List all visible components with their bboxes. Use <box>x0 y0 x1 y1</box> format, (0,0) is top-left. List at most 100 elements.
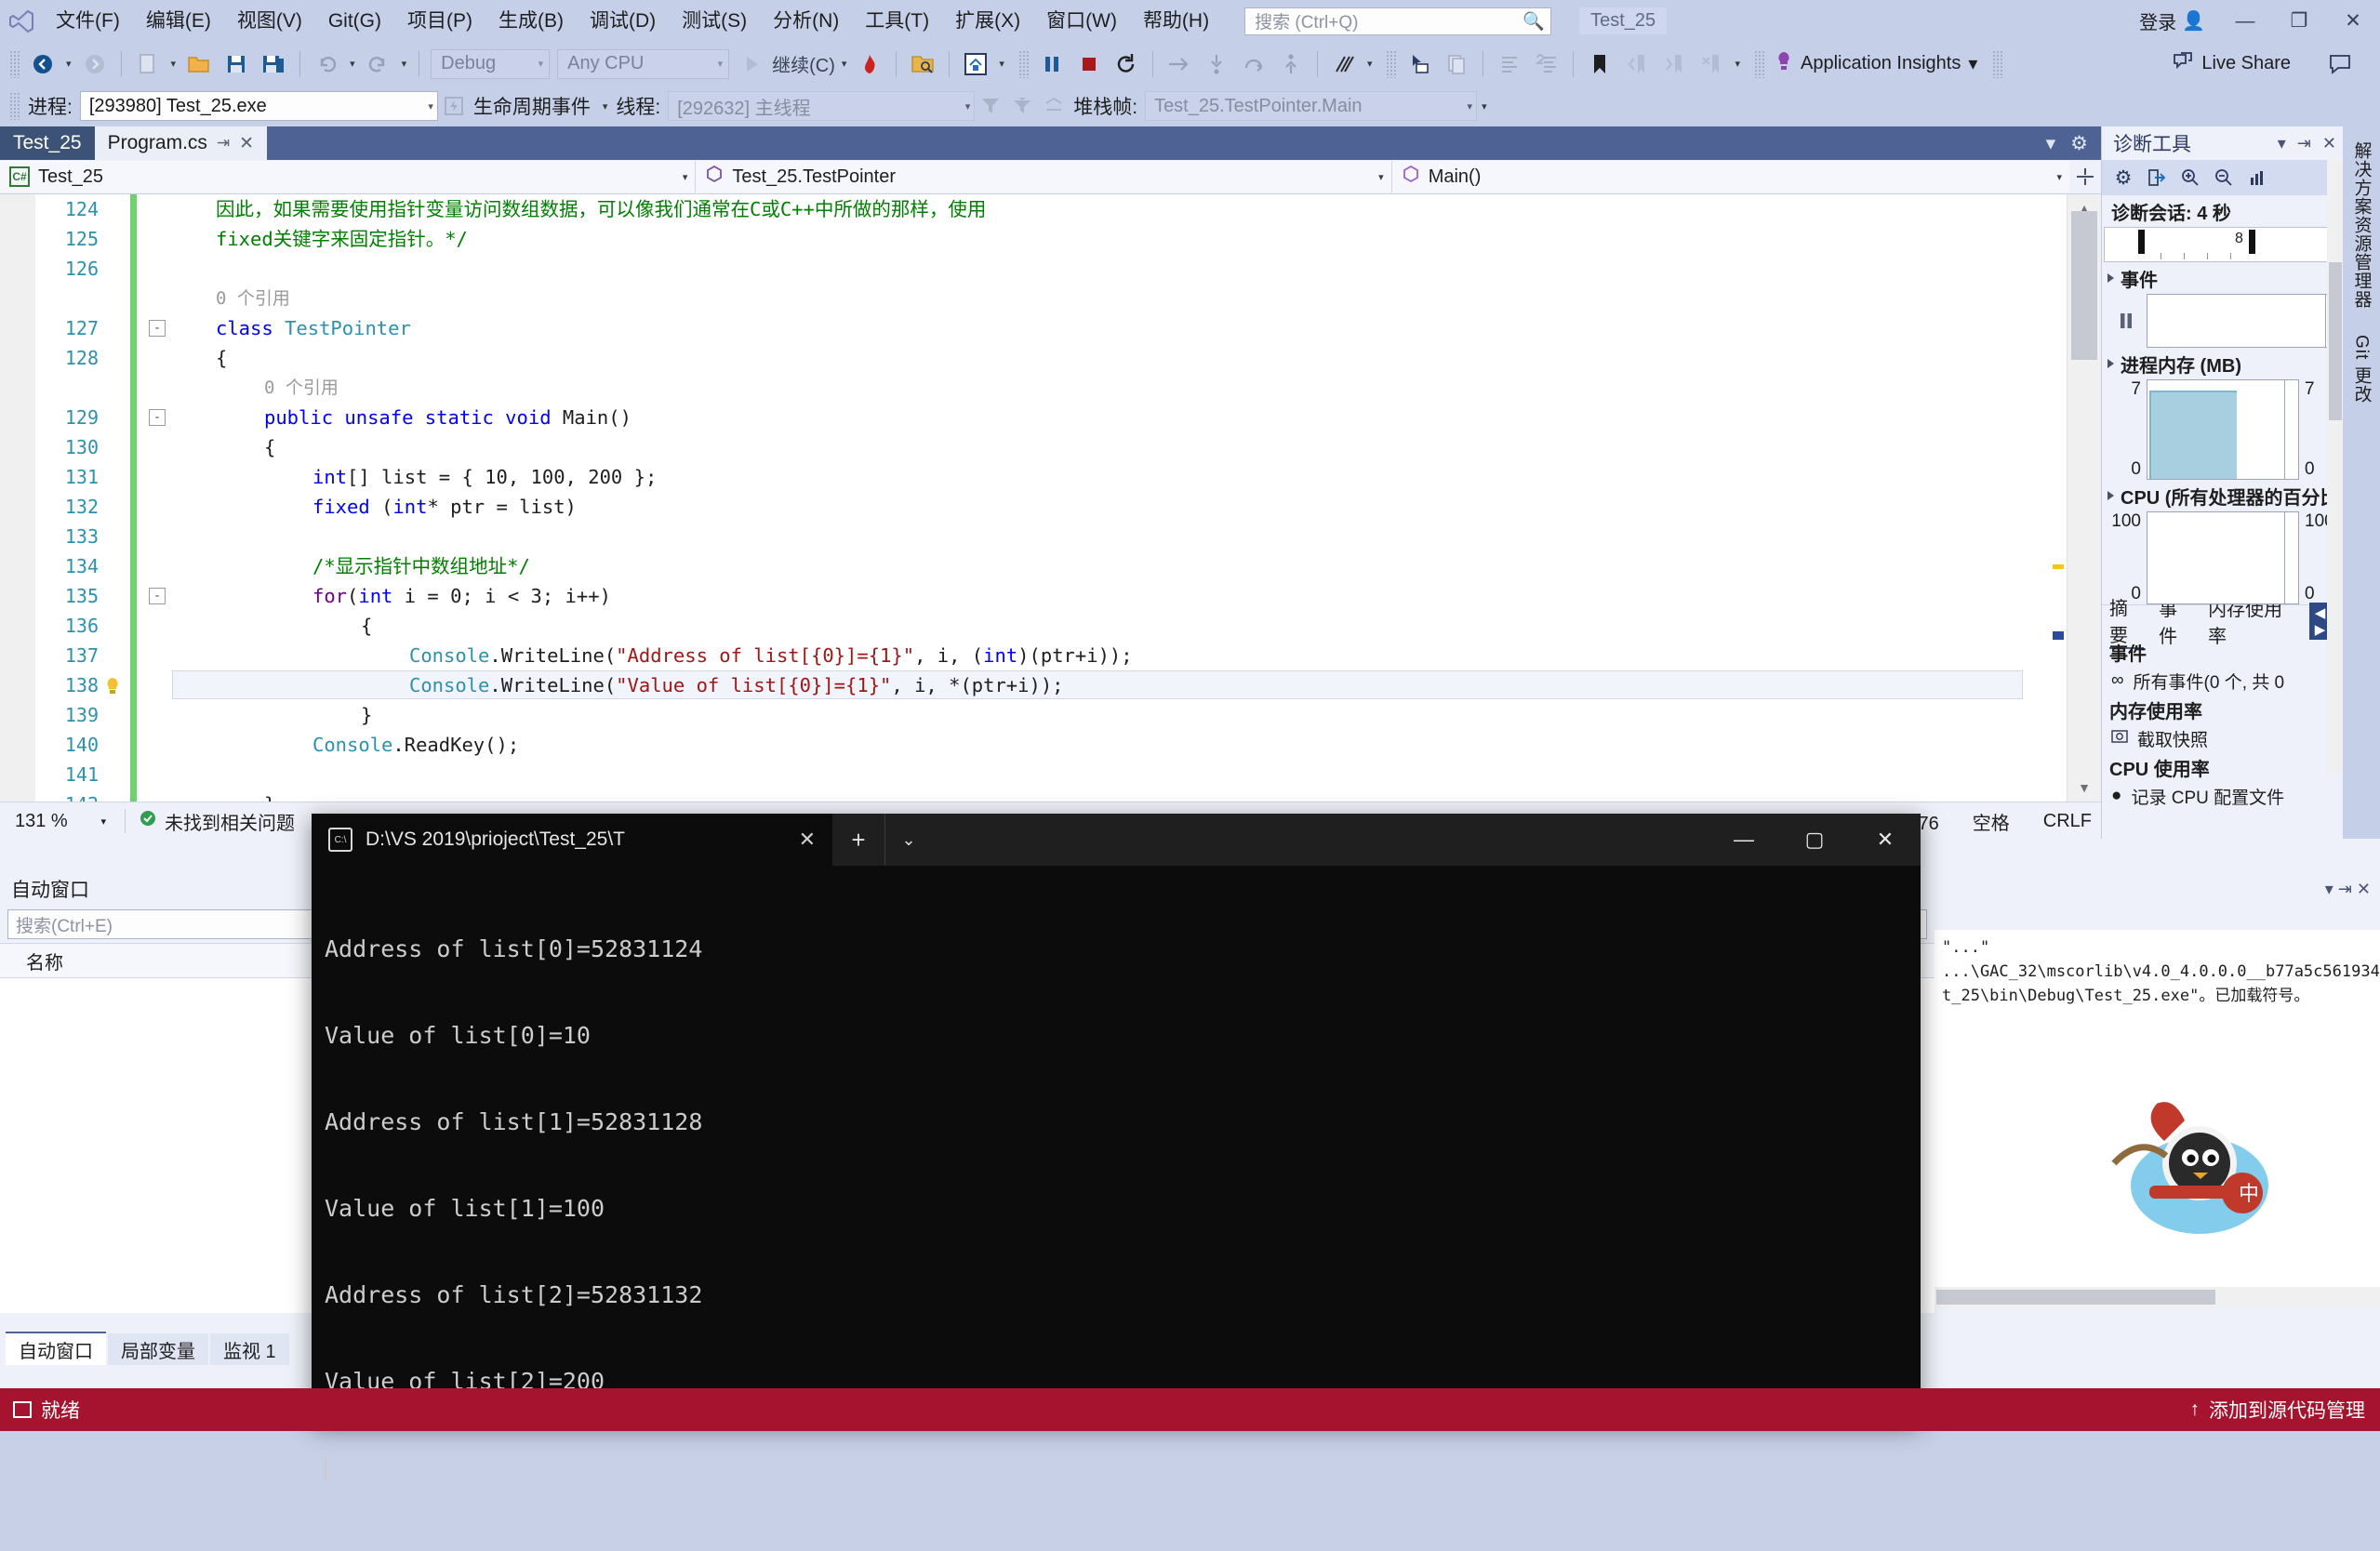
navigate-forward-button[interactable] <box>76 46 113 82</box>
tab-locals[interactable]: 局部变量 <box>108 1333 208 1365</box>
code-line[interactable]: 132fixed (int* ptr = list) <box>0 492 2101 522</box>
code-editor[interactable]: 124因此，如果需要使用指针变量访问数组数据，可以像我们通常在C或C++中所做的… <box>0 194 2101 802</box>
step-over-button[interactable] <box>1235 46 1272 82</box>
thread-dropdown[interactable]: [292632] 主线程 ▾ <box>668 91 975 121</box>
console-output[interactable]: Address of list[0]=52831124 Value of lis… <box>312 866 1921 1551</box>
filter-down-icon[interactable] <box>1006 89 1038 123</box>
stop-debugging-button[interactable] <box>1070 46 1108 82</box>
code-line[interactable]: 129-public unsafe static void Main() <box>0 403 2101 432</box>
cpu-profile-row[interactable]: ● 记录 CPU 配置文件 <box>2102 782 2344 810</box>
toolbar-grip[interactable] <box>1992 50 2003 78</box>
chart-icon[interactable] <box>2241 163 2273 192</box>
menu-test[interactable]: 测试(S) <box>669 0 760 42</box>
start-debug-button[interactable] <box>733 46 770 82</box>
nav-project-dropdown[interactable]: C# Test_25 ▾ <box>0 161 696 192</box>
split-view-icon[interactable] <box>2069 160 2101 193</box>
diagnostic-timeline-ruler[interactable]: 8 <box>2104 227 2342 262</box>
console-close-button[interactable]: ✕ <box>1850 814 1921 866</box>
tab-list-chevron-icon[interactable]: ▾ <box>2046 132 2056 155</box>
code-line[interactable]: 128{ <box>0 343 2101 373</box>
gear-icon[interactable]: ⚙ <box>2107 163 2139 192</box>
step-out-button[interactable] <box>1272 46 1310 82</box>
console-maximize-button[interactable]: ▢ <box>1779 814 1850 866</box>
panel-close-icon[interactable]: ✕ <box>2322 134 2336 153</box>
tab-bar-settings-icon[interactable]: ⚙ <box>2070 132 2088 155</box>
flatten-stack-icon[interactable] <box>1038 89 1070 123</box>
continue-label[interactable]: 继续(C) <box>770 50 837 77</box>
select-element-icon[interactable] <box>1401 46 1438 82</box>
code-line[interactable]: 137Console.WriteLine("Address of list[{0… <box>0 641 2101 670</box>
scrollbar-thumb[interactable] <box>2329 262 2342 420</box>
menu-file[interactable]: 文件(F) <box>43 0 133 42</box>
menu-build[interactable]: 生成(B) <box>485 0 577 42</box>
toolbar-grip[interactable] <box>1754 50 1765 78</box>
toggle-bookmark-icon[interactable] <box>1581 46 1618 82</box>
code-reference-lens[interactable]: 0 个引用 <box>0 373 2101 403</box>
hot-reload-icon[interactable] <box>851 46 888 82</box>
menu-project[interactable]: 项目(P) <box>394 0 485 42</box>
filter-icon[interactable] <box>975 89 1006 123</box>
toolbar-grip[interactable] <box>1386 50 1397 78</box>
redo-caret-icon[interactable]: ▾ <box>397 58 412 70</box>
tab-test-25[interactable]: Test_25 <box>0 126 95 160</box>
toolbar-grip[interactable] <box>1018 50 1030 78</box>
lifecycle-events-label[interactable]: 生命周期事件 <box>470 92 598 120</box>
new-project-button[interactable] <box>129 46 166 82</box>
redo-button[interactable] <box>360 46 397 82</box>
nav-member-dropdown[interactable]: Main() ▾ <box>1392 161 2069 192</box>
live-share-button[interactable]: Live Share <box>2172 42 2291 86</box>
code-line[interactable]: 138Console.WriteLine("Value of list[{0}]… <box>0 670 2101 700</box>
save-button[interactable] <box>218 46 255 82</box>
close-tab-icon[interactable]: ✕ <box>239 133 254 154</box>
code-line[interactable]: 139} <box>0 700 2101 730</box>
application-insights-button[interactable]: Application Insights ▾ <box>1769 50 1983 78</box>
strip-item-git-changes[interactable]: Git 更改 <box>2349 335 2374 404</box>
solution-platform-dropdown[interactable]: Any CPU ▾ <box>557 49 729 79</box>
code-line[interactable]: 136{ <box>0 611 2101 641</box>
editor-vertical-scrollbar[interactable]: ▲ ▼ <box>2067 194 2101 802</box>
toolbar-grip[interactable] <box>9 50 20 78</box>
menu-view[interactable]: 视图(V) <box>224 0 315 42</box>
code-line[interactable]: 130{ <box>0 432 2101 462</box>
new-tab-button[interactable]: + <box>832 814 884 866</box>
close-tab-icon[interactable]: ✕ <box>799 828 816 852</box>
restore-button[interactable]: ❐ <box>2272 0 2326 42</box>
open-file-button[interactable] <box>180 46 218 82</box>
add-to-source-control-label[interactable]: 添加到源代码管理 <box>2209 1396 2365 1424</box>
strip-item-solution-explorer[interactable]: 解决方案资源管理器 <box>2349 141 2374 309</box>
zoom-out-icon[interactable] <box>2208 163 2240 192</box>
menu-help[interactable]: 帮助(H) <box>1130 0 1222 42</box>
menu-edit[interactable]: 编辑(E) <box>133 0 224 42</box>
overflow-caret-icon[interactable]: ▾ <box>1477 100 1492 113</box>
console-tab[interactable]: C:\ D:\VS 2019\prioject\Test_25\T ✕ <box>312 814 832 866</box>
menu-analyze[interactable]: 分析(N) <box>760 0 852 42</box>
new-project-caret-icon[interactable]: ▾ <box>166 58 181 70</box>
code-line[interactable]: 131int[] list = { 10, 100, 200 }; <box>0 462 2101 492</box>
menu-git[interactable]: Git(G) <box>315 0 394 42</box>
code-line[interactable]: 126 <box>0 254 2101 284</box>
issues-status[interactable]: 未找到相关问题 <box>139 808 295 835</box>
previous-bookmark-icon[interactable] <box>1618 46 1655 82</box>
pin-tab-icon[interactable]: ⇥ <box>217 134 230 152</box>
continue-caret-icon[interactable]: ▾ <box>837 58 852 70</box>
menu-extensions[interactable]: 扩展(X) <box>942 0 1033 42</box>
solution-configuration-dropdown[interactable]: Debug ▾ <box>431 49 550 79</box>
code-line[interactable]: 142} <box>0 789 2101 802</box>
step-into-button[interactable] <box>1198 46 1235 82</box>
fold-toggle-icon[interactable]: - <box>149 409 166 426</box>
lightbulb-icon[interactable] <box>102 675 123 696</box>
code-line[interactable]: 124因此，如果需要使用指针变量访问数组数据，可以像我们通常在C或C++中所做的… <box>0 194 2101 224</box>
comment-lines-icon[interactable] <box>1491 46 1528 82</box>
diagnostic-section-events[interactable]: 事件 <box>2102 262 2344 294</box>
menu-window[interactable]: 窗口(W) <box>1033 0 1130 42</box>
toolbar-grip[interactable] <box>9 92 20 120</box>
clear-bookmarks-icon[interactable] <box>1693 46 1730 82</box>
show-diagnostic-tools-button[interactable] <box>957 46 994 82</box>
code-reference-lens[interactable]: 0 个引用 <box>0 284 2101 313</box>
navigate-backward-button[interactable] <box>24 46 61 82</box>
sign-in-button[interactable]: 登录 👤 <box>2126 7 2218 34</box>
feedback-icon[interactable] <box>2328 42 2352 86</box>
process-dropdown[interactable]: [293980] Test_25.exe ▾ <box>80 91 438 121</box>
scrollbar-thumb[interactable] <box>2071 211 2097 360</box>
search-input[interactable]: 搜索 (Ctrl+Q) 🔍 <box>1244 7 1551 35</box>
